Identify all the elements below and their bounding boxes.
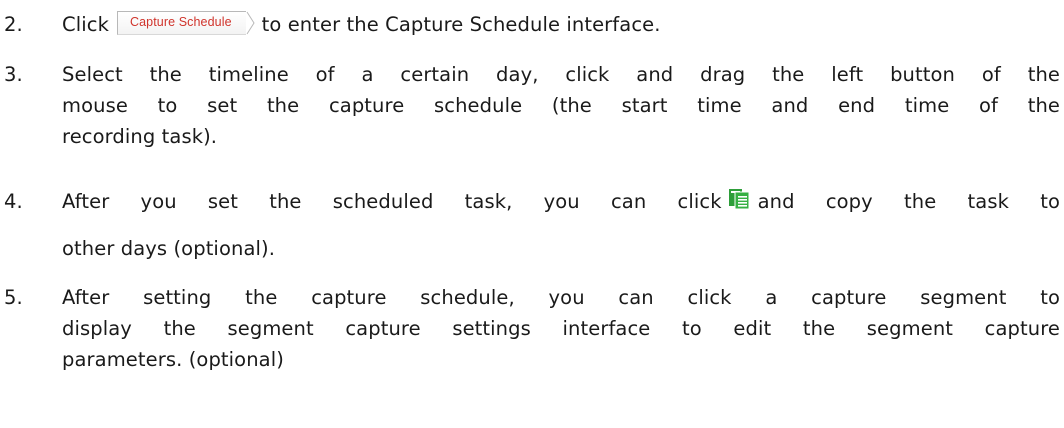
document-page: 2. Click Capture Schedule to enter the Cap…: [0, 0, 1064, 428]
step-text-line: Select the timeline of a certain day, cl…: [62, 63, 1060, 86]
step-text: to enter the Capture Schedule interface.: [261, 13, 661, 36]
step-body: Click Capture Schedule to enter the Captur…: [62, 9, 1060, 40]
step-body: After you set the scheduled task, you ca…: [62, 186, 1060, 264]
step-number: 3.: [4, 63, 23, 86]
step-text-line: other days (optional).: [62, 237, 276, 260]
step-text: Click: [62, 13, 109, 36]
step-text: and copy the task to: [757, 190, 1060, 213]
step-number: 4.: [4, 190, 23, 213]
step-text-line: After setting the capture schedule, you …: [62, 286, 1060, 309]
step-text: After you set the scheduled task, you ca…: [62, 190, 722, 213]
capture-schedule-button-label: Capture Schedule: [116, 10, 246, 35]
step-text-line: After you set the scheduled task, you ca…: [62, 186, 1060, 218]
capture-schedule-button[interactable]: Capture Schedule: [116, 10, 256, 35]
chevron-right-icon: [246, 11, 255, 34]
copy-icon[interactable]: [728, 188, 750, 210]
step-text-line: display the segment capture settings int…: [62, 317, 1060, 340]
step-body: After setting the capture schedule, you …: [62, 282, 1060, 375]
step-body: Select the timeline of a certain day, cl…: [62, 59, 1060, 152]
step-number: 5.: [4, 286, 23, 309]
step-text-line: parameters. (optional): [62, 348, 284, 371]
step-text-line: recording task).: [62, 125, 218, 148]
step-number: 2.: [4, 13, 23, 36]
step-text-line: mouse to set the capture schedule (the s…: [62, 94, 1060, 117]
